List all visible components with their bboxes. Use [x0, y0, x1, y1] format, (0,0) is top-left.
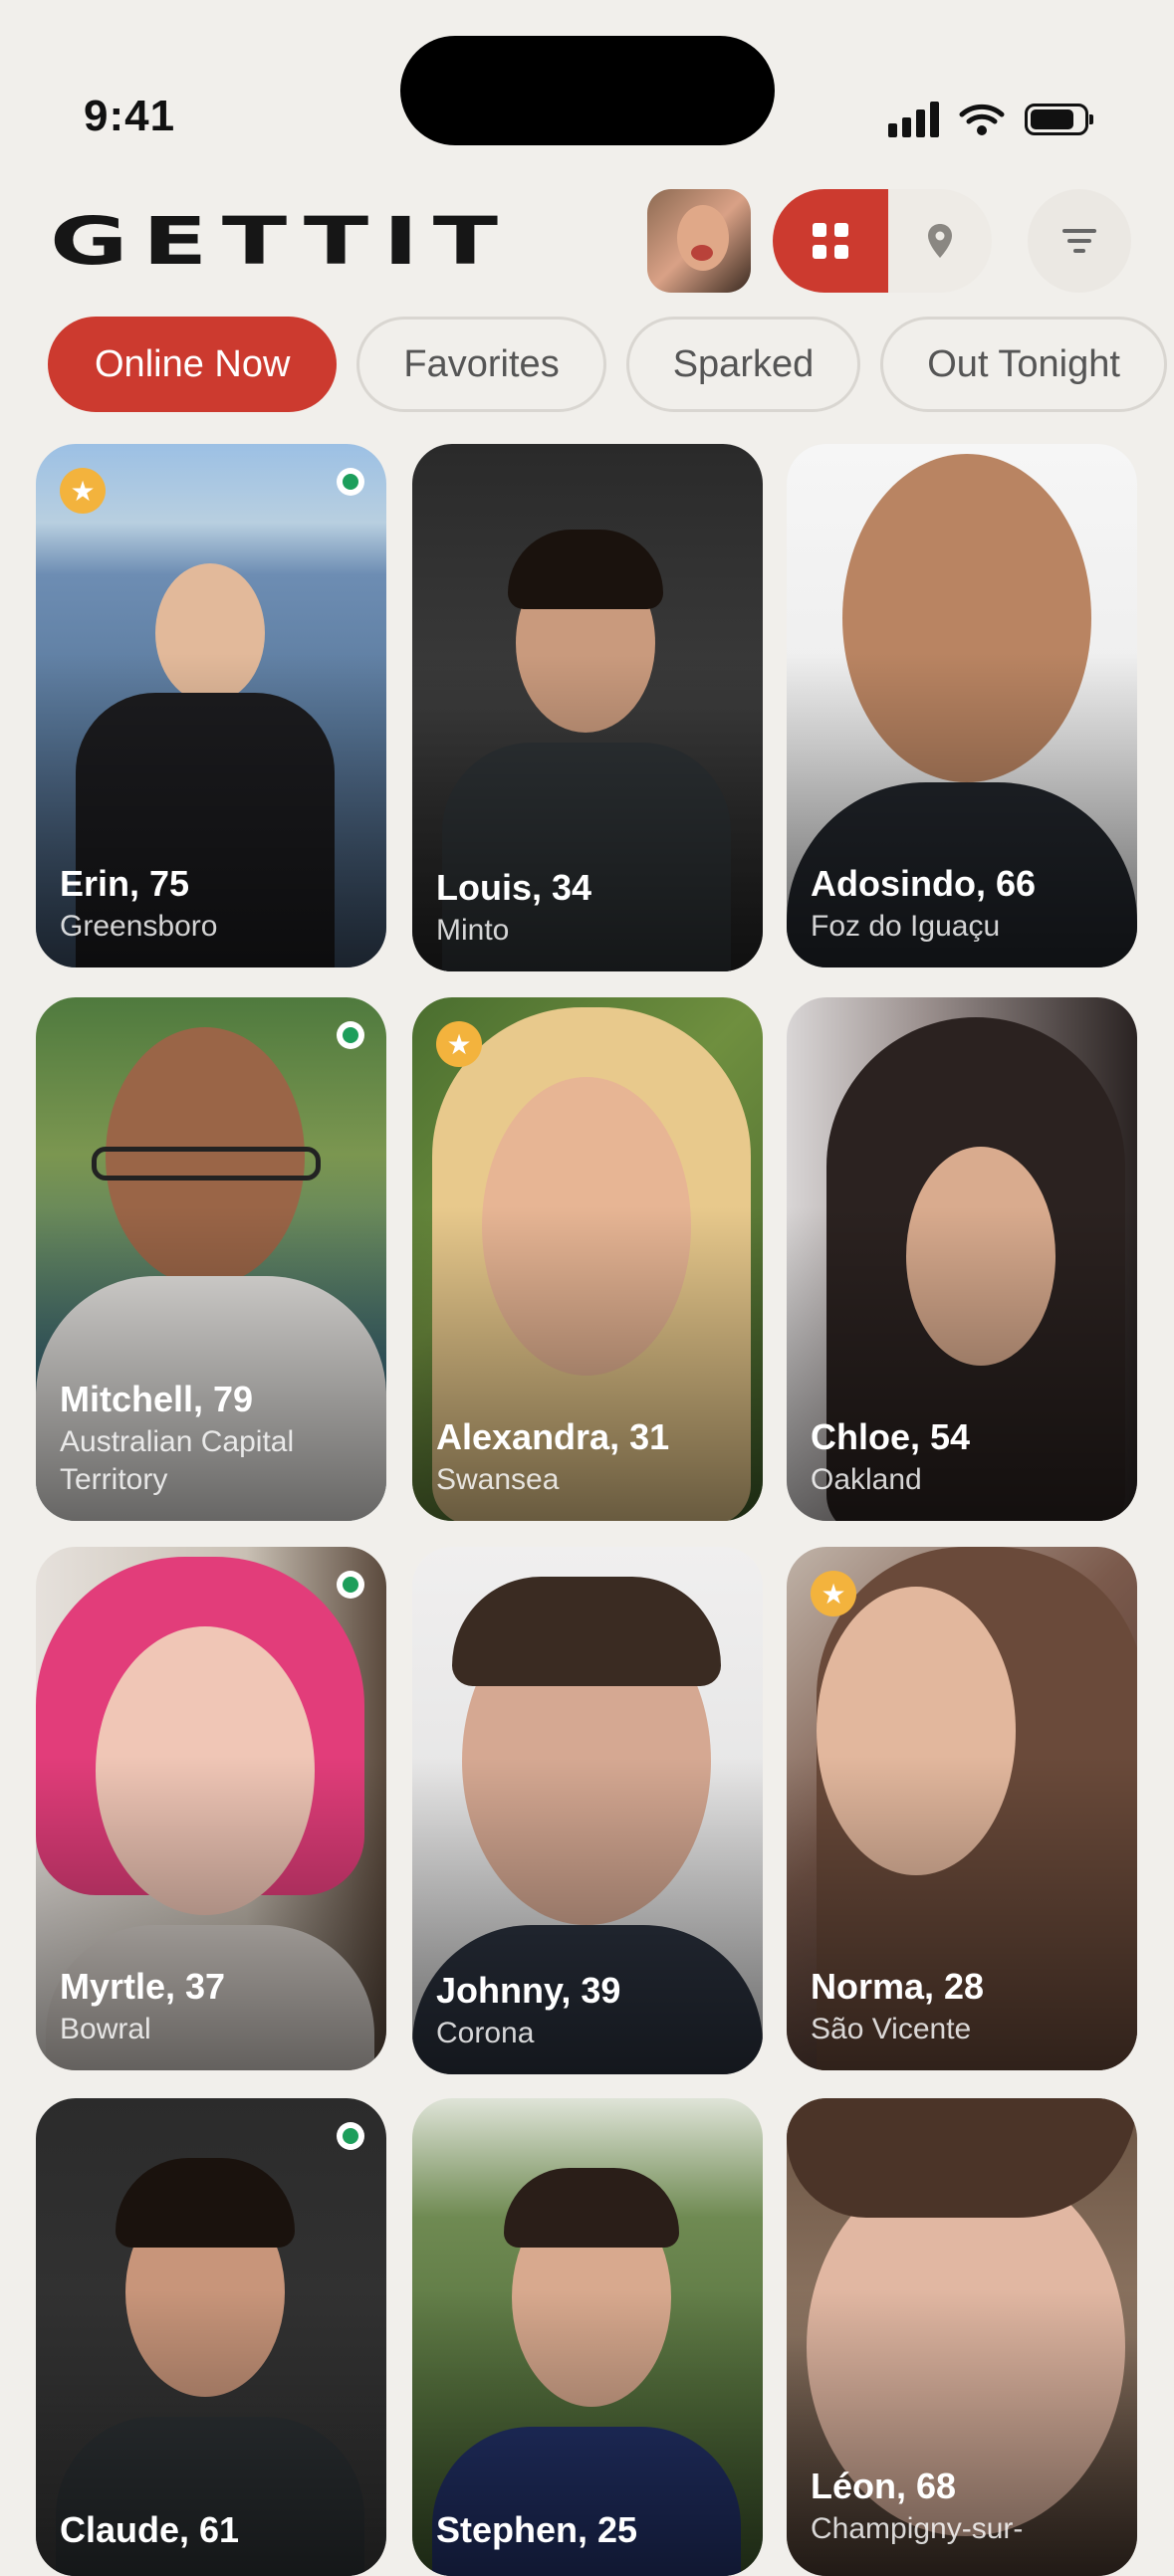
chip-out-tonight[interactable]: Out Tonight	[880, 317, 1167, 412]
profile-name: Stephen, 25	[436, 2509, 638, 2550]
profile-card[interactable]: Chloe, 54 Oakland	[787, 997, 1137, 1521]
profile-name: Claude, 61	[60, 2509, 240, 2550]
online-indicator	[337, 2122, 364, 2150]
map-view-button[interactable]	[888, 189, 992, 293]
profile-avatar[interactable]	[647, 189, 751, 293]
dynamic-island	[400, 36, 775, 145]
profile-name: Erin, 75	[60, 863, 190, 904]
app-logo: GETTIT	[50, 203, 513, 280]
online-indicator	[337, 1021, 364, 1049]
cellular-signal-icon	[888, 102, 939, 137]
profile-name: Louis, 34	[436, 867, 592, 908]
profile-name: Mitchell, 79	[60, 1379, 254, 1419]
profile-name: Alexandra, 31	[436, 1416, 670, 1457]
profile-city: Greensboro	[60, 910, 218, 943]
grid-view-button[interactable]	[773, 189, 888, 293]
battery-icon	[1025, 104, 1093, 135]
profile-city: São Vicente	[811, 2013, 972, 2045]
profile-card[interactable]: Stephen, 25	[412, 2098, 763, 2576]
profile-city: Bowral	[60, 2013, 151, 2045]
profile-card[interactable]: ★ Norma, 28 São Vicente	[787, 1547, 1137, 2070]
profile-city: Foz do Iguaçu	[811, 910, 1001, 943]
profile-city: Champigny-sur-	[811, 2512, 1024, 2545]
profile-name: Myrtle, 37	[60, 1966, 226, 2007]
grid-icon	[813, 223, 848, 259]
profile-city: Corona	[436, 2017, 535, 2049]
online-indicator	[337, 1571, 364, 1599]
profile-card[interactable]: Louis, 34 Minto	[412, 444, 763, 971]
chip-online-now[interactable]: Online Now	[48, 317, 338, 412]
profile-city: Oakland	[811, 1463, 922, 1496]
profile-card[interactable]: ★ Erin, 75 Greensboro	[36, 444, 386, 967]
filter-button[interactable]	[1028, 189, 1131, 293]
profile-name: Adosindo, 66	[811, 863, 1037, 904]
profile-card[interactable]: Mitchell, 79 Australian Capital Territory	[36, 997, 386, 1521]
filter-icon	[1062, 229, 1096, 253]
profile-card[interactable]: Adosindo, 66 Foz do Iguaçu	[787, 444, 1137, 967]
profile-name: Léon, 68	[811, 2466, 957, 2506]
favorite-star-icon: ★	[60, 468, 106, 514]
profile-card[interactable]: Myrtle, 37 Bowral	[36, 1547, 386, 2070]
profile-city: Swansea	[436, 1463, 560, 1496]
profile-name: Chloe, 54	[811, 1416, 971, 1457]
profile-name: Norma, 28	[811, 1966, 985, 2007]
profile-card[interactable]: ★ Alexandra, 31 Swansea	[412, 997, 763, 1521]
profile-name: Johnny, 39	[436, 1970, 621, 2011]
profile-city: Australian Capital Territory	[60, 1425, 295, 1496]
chip-sparked[interactable]: Sparked	[625, 317, 861, 412]
profile-city: Minto	[436, 914, 510, 947]
chip-favorites[interactable]: Favorites	[356, 317, 606, 412]
status-time: 9:41	[84, 92, 176, 140]
status-icons	[888, 102, 1093, 137]
filter-chips: Online Now Favorites Sparked Out Tonight	[48, 317, 1167, 412]
favorite-star-icon: ★	[436, 1021, 482, 1067]
favorite-star-icon: ★	[811, 1571, 856, 1616]
location-pin-icon	[928, 224, 952, 258]
profile-card[interactable]: Léon, 68 Champigny-sur-	[787, 2098, 1137, 2576]
profile-card[interactable]: Johnny, 39 Corona	[412, 1547, 763, 2074]
profile-card[interactable]: Claude, 61	[36, 2098, 386, 2576]
wifi-icon	[959, 104, 1005, 135]
online-indicator	[337, 468, 364, 496]
